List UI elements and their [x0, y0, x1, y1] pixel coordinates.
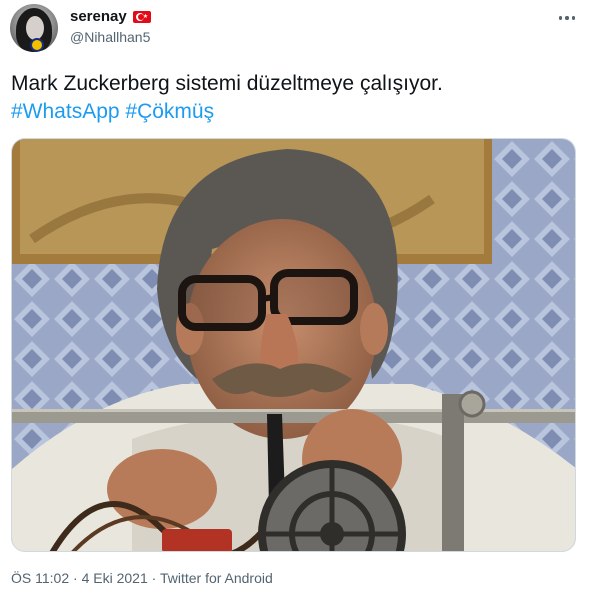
dot	[565, 16, 569, 20]
user-handle[interactable]: @Nihallhan5	[70, 29, 150, 45]
hashtag-cokmus[interactable]: #Çökmüş	[125, 100, 214, 123]
display-name[interactable]: serenay	[70, 8, 127, 25]
tweet-photo[interactable]	[11, 138, 576, 552]
avatar-face	[26, 16, 44, 40]
tweet-time[interactable]: ÖS 11:02	[11, 570, 69, 586]
tweet-card: serenay ★ @Nihallhan5 Mark Zuckerberg si…	[0, 0, 590, 602]
name-row: serenay ★	[70, 8, 151, 25]
avatar-badge	[30, 38, 44, 52]
hashtag-row: #WhatsApp #Çökmüş	[11, 98, 571, 126]
tweet-source[interactable]: Twitter for Android	[160, 570, 273, 586]
hashtag-whatsapp[interactable]: #WhatsApp	[11, 100, 120, 123]
tweet-date[interactable]: 4 Eki 2021	[82, 570, 148, 586]
photo-image	[12, 139, 575, 551]
tweet-meta: ÖS 11:02 · 4 Eki 2021 · Twitter for Andr…	[11, 570, 273, 586]
dot	[571, 16, 576, 20]
tweet-text: Mark Zuckerberg sistemi düzeltmeye çalış…	[11, 70, 571, 126]
more-options-icon[interactable]	[556, 8, 578, 28]
separator: ·	[73, 570, 78, 586]
tweet-body: Mark Zuckerberg sistemi düzeltmeye çalış…	[11, 72, 443, 95]
dot	[558, 16, 563, 20]
avatar[interactable]	[10, 4, 58, 52]
separator: ·	[151, 570, 157, 586]
turkey-flag-icon: ★	[132, 10, 151, 23]
